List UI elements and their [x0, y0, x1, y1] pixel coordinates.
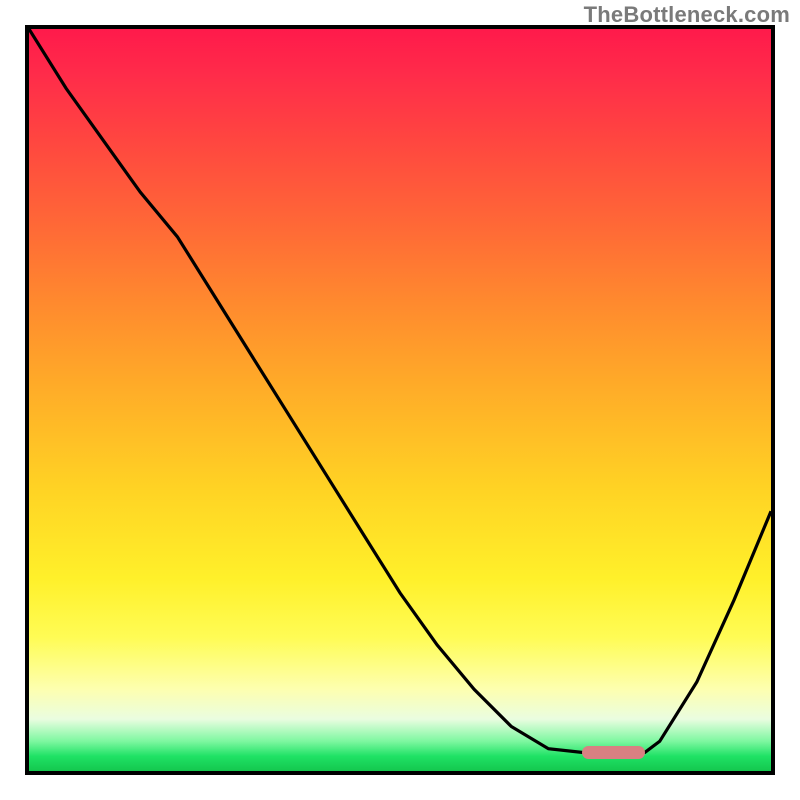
curve-path: [29, 29, 771, 752]
bottleneck-curve: [29, 29, 771, 771]
chart-frame: TheBottleneck.com: [0, 0, 800, 800]
optimal-range-marker: [582, 746, 645, 759]
plot-area: [25, 25, 775, 775]
